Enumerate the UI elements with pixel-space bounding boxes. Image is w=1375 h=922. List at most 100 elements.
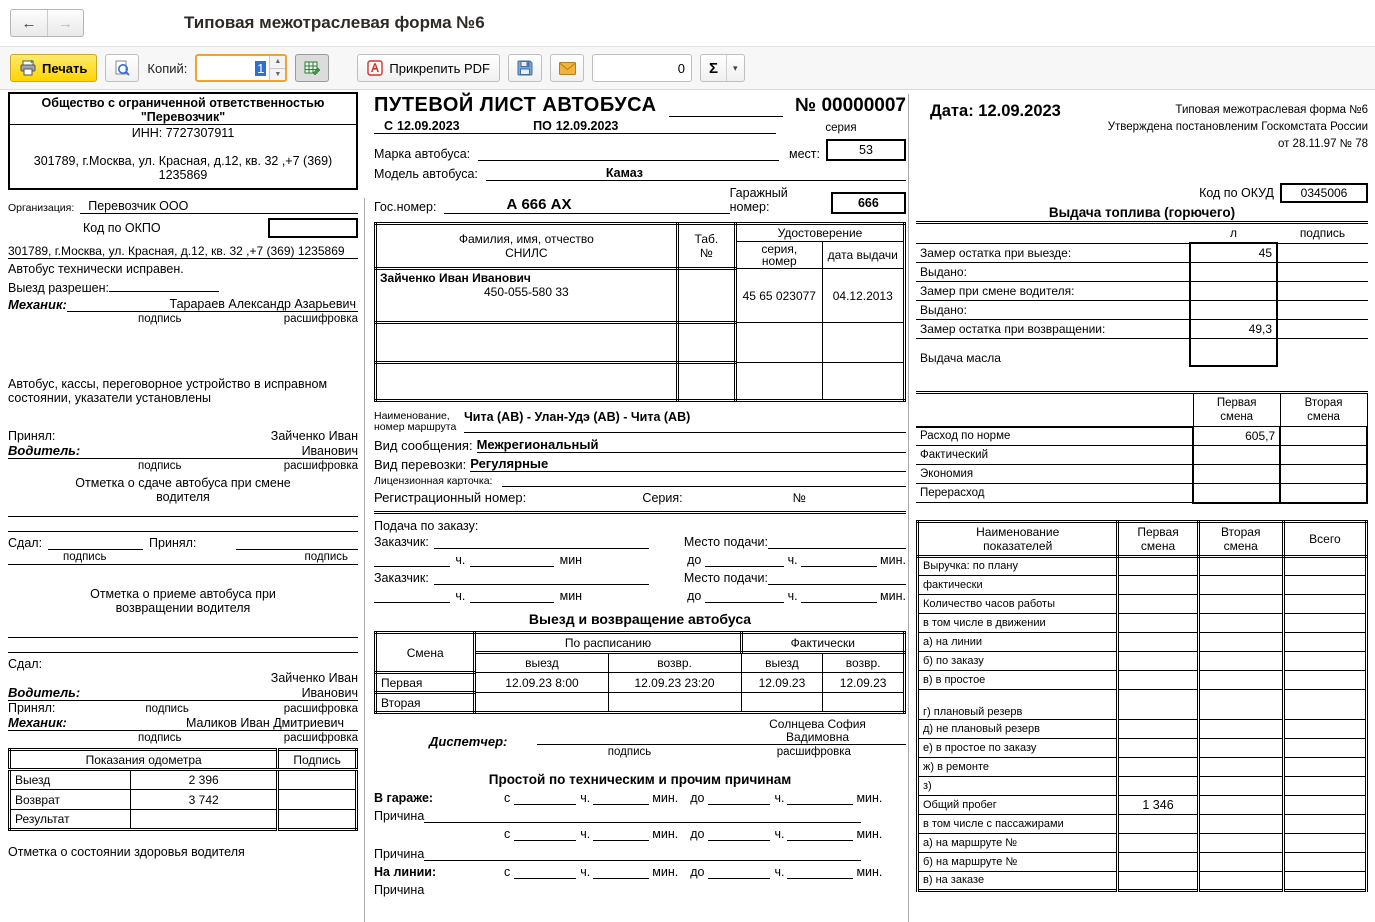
back-button[interactable]: ← (11, 10, 47, 36)
ind-row-vt (1283, 738, 1366, 757)
ind-row-label: в том числе в движении (918, 613, 1118, 632)
fuel-row-label: Замер остатка при возвращении: (916, 319, 1190, 338)
blank-line (514, 866, 576, 879)
blank-line (236, 537, 358, 550)
ind-row-v2 (1198, 556, 1283, 575)
attach-pdf-button[interactable]: Прикрепить PDF (357, 54, 500, 82)
save-button[interactable] (508, 54, 542, 82)
fuel-h-unit: л (1190, 224, 1277, 243)
driver-row-name (376, 363, 678, 401)
driver-row-series (736, 363, 822, 401)
table-row: а) на линии (918, 632, 1367, 651)
table-row: Замер остатка при выезде: 45 (916, 243, 1368, 262)
cons-row-v1 (1193, 465, 1280, 484)
driver-row-snils: 450-055-580 33 (380, 285, 673, 299)
ind-row-label: е) в простое по заказу (918, 738, 1118, 757)
spin-down-button[interactable]: ▼ (270, 68, 285, 81)
driver-label: Водитель: (8, 443, 80, 458)
in-garage-label: В гараже: (374, 791, 469, 805)
ind-row-vt (1283, 719, 1366, 738)
ind-row-v2 (1198, 594, 1283, 613)
copies-label: Копий: (147, 61, 187, 76)
fuel-row-sign (1277, 262, 1368, 281)
ind-row-label: г) плановый резерв (918, 689, 1118, 719)
forward-button[interactable]: → (47, 10, 83, 36)
company-address: 301789, г.Москва, ул. Красная, д.12, кв.… (14, 154, 352, 182)
doc-number: № 00000007 (795, 95, 906, 117)
table-row: а) на маршруте № (918, 833, 1367, 852)
odometer-table: Показания одометра Подпись Выезд 2 396 В… (8, 748, 358, 831)
org-value: Перевозчик ООО (80, 199, 358, 214)
table-row: Перерасход (916, 484, 1367, 503)
nav-group: ← → (10, 9, 84, 37)
cons-row-v1: 605,7 (1193, 427, 1280, 446)
min-dot-label: мин. (856, 827, 882, 841)
copies-value: 1 (255, 61, 266, 76)
cons-row-v1 (1193, 446, 1280, 465)
copies-spinner[interactable]: 1 ▲ ▼ (195, 54, 287, 82)
comm-label: Вид сообщения: (374, 438, 473, 453)
ind-row-label: Выручка: по плану (918, 556, 1118, 575)
garage-label: Гаражный номер: (730, 186, 825, 214)
print-preview-icon (114, 60, 130, 76)
table-row: Выдано: (916, 262, 1368, 281)
sign-label: подпись (63, 551, 106, 563)
schedule-h-dep: выезд (475, 653, 608, 673)
odometer-row-sign (278, 770, 357, 790)
trans-label: Вид перевозки: (374, 457, 466, 472)
ind-row-vt (1283, 556, 1366, 575)
fuel-h-empty (916, 224, 1190, 243)
count-field[interactable]: 0 (592, 54, 692, 82)
blank-line (708, 828, 770, 841)
form-note: Типовая межотраслевая форма №6 (1061, 102, 1368, 119)
customer-label: Заказчик: (374, 535, 429, 549)
ind-row-vt (1283, 871, 1366, 890)
schedule-h-dep: выезд (741, 653, 823, 673)
driver2-name-2: Иванович (80, 686, 358, 700)
table-row: б) по заказу (918, 651, 1367, 670)
org-label: Организация: (8, 202, 74, 214)
fuel-row-value (1190, 262, 1277, 281)
blank-line (593, 828, 649, 841)
drivers-h-cert: Удостоверение (736, 224, 905, 242)
ind-row-vt (1283, 757, 1366, 776)
table-row (376, 363, 905, 401)
table-settings-button[interactable] (295, 54, 329, 82)
table-row: Выручка: по плану (918, 556, 1367, 575)
schedule-h-ret: возвр. (823, 653, 905, 673)
ind-row-v1 (1118, 556, 1198, 575)
ind-row-vt (1283, 632, 1366, 651)
to-label: до (690, 791, 704, 805)
ind-row-v1 (1118, 689, 1198, 719)
print-button[interactable]: Печать (10, 54, 97, 82)
s-label: с (504, 827, 510, 841)
ind-row-label: Общий пробег (918, 795, 1118, 814)
spin-up-button[interactable]: ▲ (270, 56, 285, 68)
place-label: Место подачи: (684, 571, 768, 585)
table-row: в том числе с пассажирами (918, 814, 1367, 833)
ind-row-label: а) на маршруте № (918, 833, 1118, 852)
decode-label: расшифровка (722, 746, 906, 758)
print-preview-button[interactable] (105, 54, 139, 82)
accepted-label: Принял: (149, 536, 196, 550)
sign-label: подпись (145, 703, 188, 715)
cons-row-v2 (1280, 465, 1367, 484)
blank-line (424, 848, 861, 861)
to-label: до (690, 865, 704, 879)
drivers-h-date: дата выдачи (822, 242, 904, 269)
min-dot-label: мин. (652, 827, 678, 841)
sum-button[interactable]: Σ ▾ (700, 54, 745, 82)
to-label: до (687, 589, 701, 603)
ind-row-v2 (1198, 651, 1283, 670)
table-row: фактически (918, 575, 1367, 594)
ind-row-label: б) на маршруте № (918, 852, 1118, 871)
table-row: е) в простое по заказу (918, 738, 1367, 757)
sign-label: подпись (138, 313, 181, 325)
blank-line (787, 828, 853, 841)
consumption-table: Перваясмена Втораясмена Расход по норме … (916, 391, 1368, 504)
copies-input[interactable]: 1 (197, 56, 269, 80)
blank-line (801, 554, 877, 567)
mail-button[interactable] (550, 54, 584, 82)
table-row: б) на маршруте № (918, 852, 1367, 871)
app-window: ← → Типовая межотраслевая форма №6 Печат… (0, 0, 1375, 922)
